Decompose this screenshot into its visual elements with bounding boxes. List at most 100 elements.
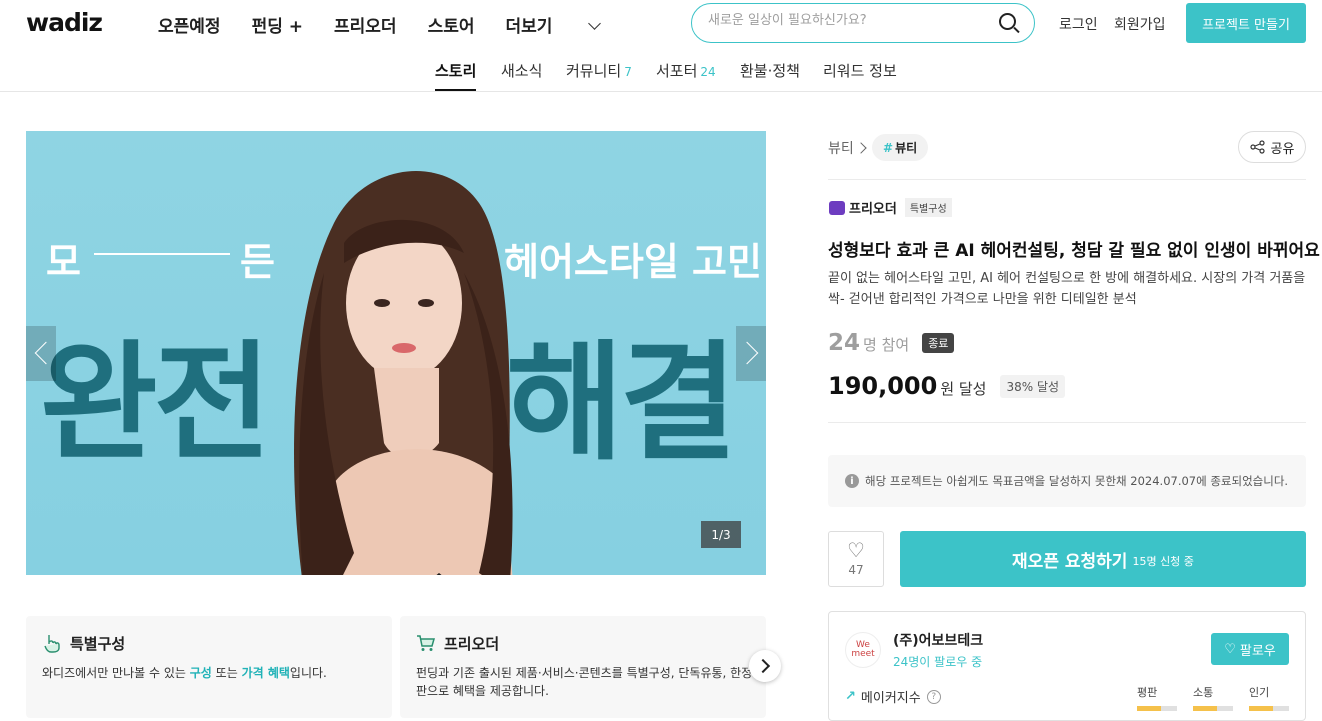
percent-badge: 38% 달성 <box>1000 375 1066 398</box>
reopen-request-button[interactable]: 재오픈 요청하기 15명 신청 중 <box>900 531 1306 587</box>
signup-link[interactable]: 회원가입 <box>1114 14 1166 34</box>
tab-supporters-label: 서포터 <box>656 62 698 80</box>
main-nav: 오픈예정 펀딩 + 프리오더 스토어 더보기 <box>158 12 630 37</box>
feature-highlight-price: 가격 혜택 <box>241 666 290 680</box>
chevron-right-icon <box>855 142 867 154</box>
model-photo <box>294 171 513 575</box>
maker-avatar[interactable]: We meet <box>845 632 881 668</box>
project-type-chip: 특별구성 <box>904 198 952 217</box>
maker-card: We meet (주)어보브테크 24명이 팔로우 중 ♡ 팔로우 ↗ 메이커지수… <box>828 611 1306 721</box>
follow-button[interactable]: ♡ 팔로우 <box>1211 633 1289 665</box>
nav-item-more-label: 더보기 <box>505 17 553 37</box>
supporter-number: 24 <box>828 330 861 356</box>
project-description: 끝이 없는 헤어스타일 고민, AI 헤어 컨설팅으로 한 방에 해결하세요. … <box>828 271 1306 307</box>
tag-chip[interactable]: # 뷰티 <box>872 134 929 161</box>
carousel-prev-button[interactable] <box>26 326 56 381</box>
project-type: 프리오더 특별구성 <box>829 198 952 217</box>
search-input[interactable] <box>708 13 988 28</box>
feature-card-preorder: 프리오더 펀딩과 기존 출시된 제품·서비스·콘텐츠를 특별구성, 단독유통, … <box>400 616 766 718</box>
info-icon: i <box>845 474 859 488</box>
maker-name[interactable]: (주)어보브테크 <box>893 630 983 650</box>
like-count: 47 <box>848 563 864 577</box>
tag-label: 뷰티 <box>895 141 918 155</box>
metric-communication: 소통 <box>1193 684 1233 711</box>
breadcrumb[interactable]: 뷰티 <box>828 138 867 158</box>
tab-news-label: 새소식 <box>501 62 543 80</box>
tab-community-label: 커뮤니티 <box>566 62 622 80</box>
carousel-next-button[interactable] <box>736 326 766 381</box>
project-type-label: 프리오더 <box>849 202 897 217</box>
breadcrumb-category[interactable]: 뷰티 <box>828 141 854 157</box>
feature-desc-post: 입니다. <box>289 666 327 680</box>
hero-text-hairstyle: 헤어스타일 고민 <box>504 240 762 284</box>
maker-index-label: 메이커지수 <box>860 691 921 706</box>
tab-news[interactable]: 새소식 <box>501 60 542 81</box>
preorder-cart-icon <box>829 200 845 215</box>
hero-text-solve: 해결 <box>506 329 738 478</box>
metric-reputation: 평판 <box>1137 684 1177 711</box>
tab-story-label: 스토리 <box>435 62 477 80</box>
top-bar: wadiz 오픈예정 펀딩 + 프리오더 스토어 더보기 로그인 회원가입 프로… <box>0 0 1322 46</box>
tab-supporters-count: 24 <box>700 65 716 79</box>
chevron-down-icon <box>588 17 602 30</box>
reopen-label: 재오픈 요청하기 <box>1012 551 1128 572</box>
maker-index: ↗ 메이커지수 ? <box>845 687 941 706</box>
pointing-hand-icon <box>44 635 60 653</box>
metric-reputation-label: 평판 <box>1137 686 1158 699</box>
reopen-count: 15명 신청 중 <box>1132 555 1194 568</box>
feature-desc-mid: 또는 <box>211 666 242 680</box>
feature-desc-preorder: 펀딩과 기존 출시된 제품·서비스·콘텐츠를 특별구성, 단독유통, 한정판으로… <box>416 666 753 698</box>
nav-item-more[interactable]: 더보기 <box>505 12 602 37</box>
feature-card-special: 특별구성 와디즈에서만 만나볼 수 있는 구성 또는 가격 혜택입니다. <box>26 616 392 718</box>
search-icon[interactable] <box>999 13 1016 30</box>
share-icon <box>1249 140 1265 154</box>
metric-communication-bar <box>1193 706 1233 711</box>
metric-popularity: 인기 <box>1249 684 1289 711</box>
heart-outline-icon: ♡ <box>1224 641 1236 657</box>
trend-up-icon: ↗ <box>845 689 856 704</box>
tab-reward-info[interactable]: 리워드 정보 <box>823 60 897 81</box>
share-label: 공유 <box>1270 141 1295 157</box>
tab-story[interactable]: 스토리 <box>435 60 477 91</box>
tab-community[interactable]: 커뮤니티 7 <box>566 60 632 81</box>
metric-reputation-bar <box>1137 706 1177 711</box>
nav-item-upcoming[interactable]: 오픈예정 <box>158 12 221 37</box>
hero-text-complete: 완전 <box>40 329 272 478</box>
project-tabs: 스토리 새소식 커뮤니티 7 서포터 24 환불·정책 리워드 정보 <box>0 46 1322 92</box>
hash-icon: # <box>883 140 894 155</box>
feature-next-button[interactable] <box>749 650 781 682</box>
feature-desc-pre: 와디즈에서만 만나볼 수 있는 <box>42 666 190 680</box>
share-button[interactable]: 공유 <box>1238 131 1306 163</box>
feature-desc-special: 와디즈에서만 만나볼 수 있는 구성 또는 가격 혜택입니다. <box>42 664 327 682</box>
amount-number: 190,000 <box>828 372 938 400</box>
hero-image-carousel[interactable]: 모 든 헤어스타일 고민 완전 해결 1/3 <box>26 131 766 575</box>
hero-text-line <box>94 253 230 255</box>
feature-title-special: 특별구성 <box>70 635 126 653</box>
search-box[interactable] <box>691 3 1035 43</box>
tab-refund-label: 환불·정책 <box>740 62 800 80</box>
follow-label: 팔로우 <box>1239 643 1276 659</box>
end-notice-text: 해당 프로젝트는 아쉽게도 목표금액을 달성하지 못한채 2024.07.07에… <box>865 474 1289 488</box>
hero-text-mo: 모 <box>46 240 81 284</box>
metric-popularity-label: 인기 <box>1249 686 1270 699</box>
divider <box>828 179 1306 180</box>
end-notice: i 해당 프로젝트는 아쉽게도 목표금액을 달성하지 못한채 2024.07.0… <box>828 455 1306 507</box>
help-icon[interactable]: ? <box>926 689 941 704</box>
nav-item-store[interactable]: 스토어 <box>428 12 475 37</box>
wadiz-logo[interactable]: wadiz <box>26 8 103 37</box>
metric-communication-fill <box>1193 706 1217 711</box>
tab-community-count: 7 <box>624 65 632 79</box>
carousel-pager: 1/3 <box>701 521 741 548</box>
login-link[interactable]: 로그인 <box>1059 14 1098 34</box>
like-button[interactable]: ♡ 47 <box>828 531 884 587</box>
tab-supporters[interactable]: 서포터 24 <box>656 60 716 81</box>
tab-reward-label: 리워드 정보 <box>823 62 897 80</box>
supporter-unit: 명 참여 <box>863 336 910 354</box>
nav-item-funding[interactable]: 펀딩 + <box>252 12 303 37</box>
heart-icon: ♡ <box>847 538 865 562</box>
metric-popularity-fill <box>1249 706 1273 711</box>
tab-refund-policy[interactable]: 환불·정책 <box>740 60 800 81</box>
make-project-button[interactable]: 프로젝트 만들기 <box>1186 3 1306 43</box>
feature-highlight-composition: 구성 <box>189 666 212 680</box>
nav-item-preorder[interactable]: 프리오더 <box>334 12 397 37</box>
